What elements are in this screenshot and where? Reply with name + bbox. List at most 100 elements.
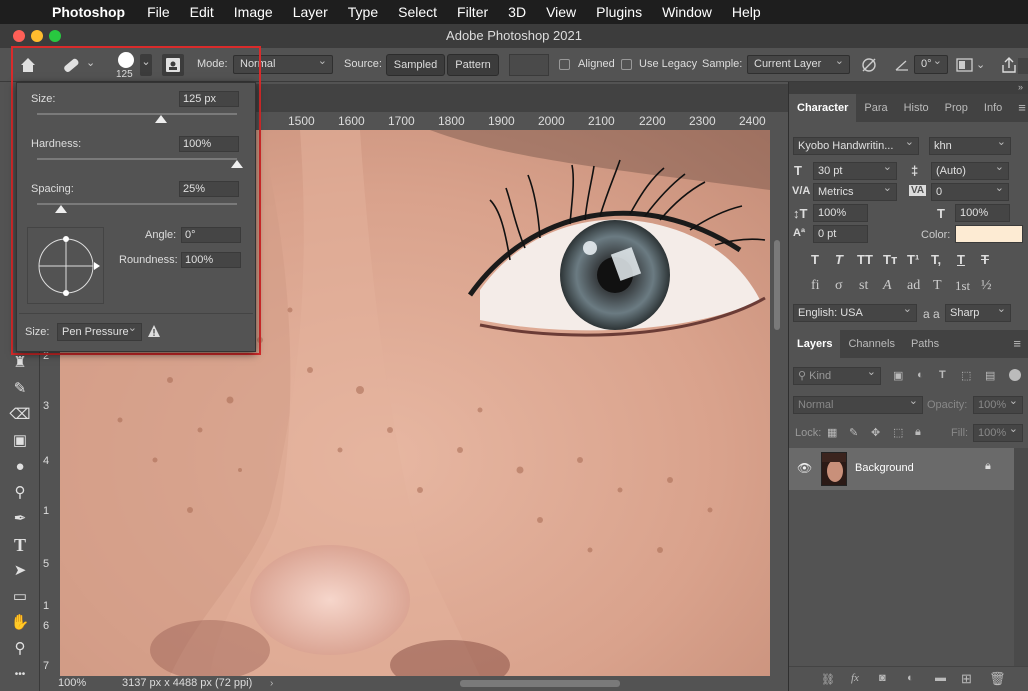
menu-plugins[interactable]: Plugins xyxy=(586,4,652,20)
source-sampled-button[interactable]: Sampled xyxy=(386,54,445,76)
status-chevron-icon[interactable]: › xyxy=(270,678,273,689)
tracking-select[interactable]: 0 xyxy=(931,180,1009,201)
menu-select[interactable]: Select xyxy=(388,4,447,20)
fill-input[interactable]: 100% xyxy=(973,421,1023,442)
tab-properties[interactable]: Prop xyxy=(937,94,976,122)
delete-layer-icon[interactable]: 🗑︎ xyxy=(989,671,1006,687)
antialias-select[interactable]: Sharp xyxy=(945,301,1011,322)
filter-smart-object-icon[interactable]: ▤ xyxy=(985,369,995,382)
lock-all-icon[interactable]: 🔒︎ xyxy=(915,426,921,439)
layers-scrollbar[interactable] xyxy=(1014,448,1028,666)
roundness-input[interactable]: 100% xyxy=(181,252,241,268)
hardness-slider-track[interactable] xyxy=(37,158,237,160)
spacing-slider-track[interactable] xyxy=(37,203,237,205)
layers-panel-menu-icon[interactable]: ≡ xyxy=(1005,330,1028,358)
more-tools-icon[interactable]: ••• xyxy=(8,664,32,686)
baseline-shift-input[interactable]: 0 pt xyxy=(813,225,868,243)
horizontal-scroll-thumb[interactable] xyxy=(460,680,620,687)
old-style-button[interactable]: σ xyxy=(835,278,843,294)
document-dimensions[interactable]: 3137 px x 4488 px (72 ppi) xyxy=(122,677,252,689)
filter-shape-icon[interactable]: ⬚ xyxy=(961,369,971,382)
lock-transparency-icon[interactable]: ▦ xyxy=(827,426,837,439)
subscript-button[interactable]: T, xyxy=(931,252,941,267)
path-selection-tool-icon[interactable]: ➤ xyxy=(8,560,32,582)
tab-paragraph[interactable]: Para xyxy=(856,94,895,122)
lock-image-pixels-icon[interactable]: ✎ xyxy=(849,426,858,439)
filter-toggle-icon[interactable] xyxy=(1009,369,1021,381)
size-slider-track[interactable] xyxy=(37,113,237,115)
adjustment-layer-icon[interactable]: ◐ xyxy=(907,672,914,684)
layer-style-icon[interactable]: fx xyxy=(851,672,859,684)
superscript-button[interactable]: T¹ xyxy=(907,252,919,267)
add-mask-icon[interactable]: ◙ xyxy=(879,672,886,684)
blend-mode-select[interactable]: Normal xyxy=(793,393,923,414)
menu-help[interactable]: Help xyxy=(722,4,771,20)
tab-info[interactable]: Info xyxy=(976,94,1010,122)
zoom-window-button[interactable] xyxy=(49,30,61,42)
collapse-panels-icon[interactable]: » xyxy=(789,82,1028,94)
pen-tool-icon[interactable]: ✒ xyxy=(8,508,32,530)
sample-select[interactable]: Current Layer xyxy=(747,53,850,74)
size-input[interactable]: 125 px xyxy=(179,91,239,107)
strikethrough-button[interactable]: T xyxy=(981,252,989,267)
stamp-tool-icon[interactable]: ♜ xyxy=(8,352,32,374)
fractions-button[interactable]: ½ xyxy=(981,278,992,294)
faux-bold-button[interactable]: T xyxy=(811,252,819,267)
layer-filter-select[interactable]: ⚲ Kind xyxy=(793,364,881,385)
filter-adjustment-icon[interactable]: ◐ xyxy=(917,369,924,381)
panel-menu-icon[interactable]: ≡ xyxy=(1010,94,1028,122)
layer-row-background[interactable]: 👁︎ Background 🔒︎ xyxy=(789,448,1014,490)
aligned-checkbox[interactable] xyxy=(559,59,570,70)
small-caps-button[interactable]: Tт xyxy=(883,252,897,267)
eraser-tool-icon[interactable]: ⌫ xyxy=(8,404,32,426)
menu-window[interactable]: Window xyxy=(652,4,722,20)
text-color-swatch[interactable] xyxy=(955,225,1023,243)
language-select[interactable]: English: USA xyxy=(793,301,917,322)
pattern-picker[interactable] xyxy=(509,54,549,76)
menu-type[interactable]: Type xyxy=(338,4,388,20)
tab-layers[interactable]: Layers xyxy=(789,330,841,358)
opacity-input[interactable]: 100% xyxy=(973,393,1023,414)
tab-paths[interactable]: Paths xyxy=(903,330,947,358)
hand-tool-icon[interactable]: ✋ xyxy=(8,612,32,634)
close-window-button[interactable] xyxy=(13,30,25,42)
menu-layer[interactable]: Layer xyxy=(283,4,338,20)
tab-channels[interactable]: Channels xyxy=(840,330,902,358)
menu-image[interactable]: Image xyxy=(224,4,283,20)
size-slider-thumb[interactable] xyxy=(155,115,167,123)
font-size-select[interactable]: 30 pt xyxy=(813,159,897,180)
menu-app-name[interactable]: Photoshop xyxy=(52,4,137,20)
share-icon[interactable] xyxy=(1000,56,1018,74)
lock-artboard-icon[interactable]: ⬚ xyxy=(893,426,903,439)
underline-button[interactable]: T xyxy=(957,252,965,267)
rectangle-tool-icon[interactable]: ▭ xyxy=(8,586,32,608)
menu-3d[interactable]: 3D xyxy=(498,4,536,20)
new-group-icon[interactable]: ▬ xyxy=(935,672,946,684)
spacing-input[interactable]: 25% xyxy=(179,181,239,197)
tab-histogram[interactable]: Histo xyxy=(896,94,937,122)
vertical-scale-input[interactable]: 100% xyxy=(813,204,868,222)
history-brush-tool-icon[interactable]: ✎ xyxy=(8,378,32,400)
font-family-select[interactable]: Kyobo Handwritin... xyxy=(793,134,919,155)
size-control-select[interactable]: Pen Pressure xyxy=(57,320,142,341)
menu-edit[interactable]: Edit xyxy=(180,4,224,20)
lock-position-icon[interactable]: ✥ xyxy=(871,426,880,439)
layer-name[interactable]: Background xyxy=(855,462,914,474)
menu-view[interactable]: View xyxy=(536,4,586,20)
symmetry-chevron-icon[interactable]: ⌄ xyxy=(976,58,985,71)
horizontal-scale-input[interactable]: 100% xyxy=(955,204,1010,222)
filter-pixel-icon[interactable]: ▣ xyxy=(893,369,903,382)
menu-file[interactable]: File xyxy=(137,4,180,20)
options-overflow[interactable] xyxy=(1018,58,1028,74)
ordinals-button[interactable]: 1st xyxy=(955,278,970,294)
pressure-size-icon[interactable] xyxy=(956,57,974,73)
link-layers-icon[interactable]: ⛓︎ xyxy=(821,673,835,686)
minimize-window-button[interactable] xyxy=(31,30,43,42)
brush-angle-preview[interactable] xyxy=(27,227,104,304)
zoom-tool-icon[interactable]: ⚲ xyxy=(8,638,32,660)
font-style-select[interactable]: khn xyxy=(929,134,1011,155)
zoom-level[interactable]: 100% xyxy=(58,677,86,689)
source-pattern-button[interactable]: Pattern xyxy=(447,54,499,76)
dodge-tool-icon[interactable]: ⚲ xyxy=(8,482,32,504)
menu-filter[interactable]: Filter xyxy=(447,4,498,20)
